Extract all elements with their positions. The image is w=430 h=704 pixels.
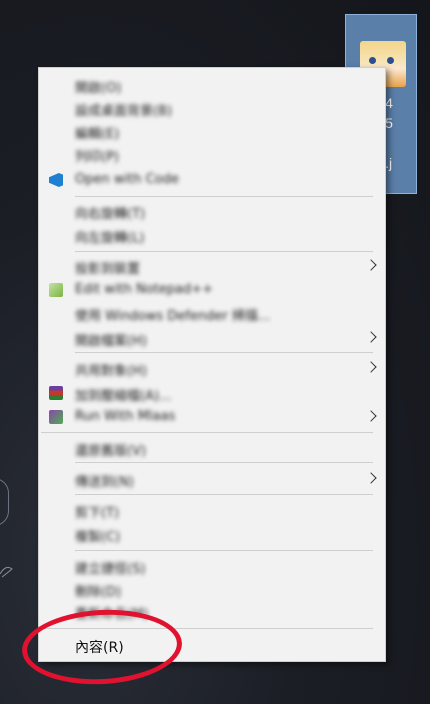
menu-item-label: 投影到裝置 (75, 262, 141, 277)
menu-separator (75, 494, 373, 495)
menu-item-edit[interactable]: 編輯(E) (39, 120, 385, 142)
context-menu: 開啟(O) 設成桌面背景(B) 編輯(E) 列印(P) Open with Co… (38, 67, 386, 662)
vscode-icon (49, 173, 63, 187)
menu-item-label: 複製(C) (75, 530, 121, 545)
menu-item-open[interactable]: 開啟(O) (39, 74, 385, 96)
menu-item-restore-previous-versions[interactable]: 還原舊版(V) (39, 437, 385, 459)
menu-separator (75, 550, 373, 551)
menu-item-send-to[interactable]: 傳送到(N) (39, 468, 385, 490)
menu-separator (75, 196, 373, 197)
menu-item-label: 向左旋轉(L) (75, 231, 145, 246)
submenu-arrow-icon (365, 472, 377, 484)
notepadpp-icon (49, 283, 63, 297)
menu-item-rotate-left[interactable]: 向左旋轉(L) (39, 224, 385, 246)
mlaas-icon (49, 410, 63, 424)
menu-item-rotate-right[interactable]: 向右旋轉(T) (39, 200, 385, 222)
menu-item-label: Edit with Notepad++ (75, 282, 214, 297)
menu-item-label: 向右旋轉(T) (75, 207, 146, 222)
menu-item-copy[interactable]: 複製(C) (39, 523, 385, 545)
menu-item-label: Open with Code (75, 172, 179, 187)
menu-item-label: 開啟(O) (75, 81, 122, 96)
menu-item-label: Run With Mlaas (75, 409, 176, 424)
menu-item-create-shortcut[interactable]: 建立捷徑(S) (39, 555, 385, 577)
winrar-icon (49, 386, 63, 400)
menu-item-cast-to-device[interactable]: 投影到裝置 (39, 255, 385, 277)
menu-item-defender-scan[interactable]: 使用 Windows Defender 掃描... (39, 302, 385, 324)
menu-item-print[interactable]: 列印(P) (39, 143, 385, 165)
menu-item-edit-with-notepadpp[interactable]: Edit with Notepad++ (39, 279, 385, 301)
menu-item-open-with[interactable]: 開啟檔案(H) (39, 327, 385, 349)
menu-item-label: 設成桌面背景(B) (75, 104, 173, 119)
menu-separator (75, 251, 373, 252)
menu-item-label: 傳送到(N) (75, 475, 134, 490)
menu-item-label: 共用對象(H) (75, 364, 147, 379)
menu-item-set-desktop-background[interactable]: 設成桌面背景(B) (39, 97, 385, 119)
menu-item-delete[interactable]: 刪除(D) (39, 578, 385, 600)
wallpaper-decoration (0, 478, 9, 526)
menu-item-share-with[interactable]: 共用對象(H) (39, 357, 385, 379)
submenu-arrow-icon (365, 259, 377, 271)
menu-item-label: 建立捷徑(S) (75, 562, 146, 577)
submenu-arrow-icon (365, 331, 377, 343)
submenu-arrow-icon (365, 410, 377, 422)
menu-item-label: 剪下(T) (75, 506, 120, 521)
menu-separator (41, 432, 373, 433)
menu-item-add-to-archive[interactable]: 加到壓縮檔(A)... (39, 382, 385, 404)
menu-item-label: 加到壓縮檔(A)... (75, 389, 172, 404)
menu-item-label: 刪除(D) (75, 585, 122, 600)
menu-item-run-with-mlaas[interactable]: Run With Mlaas (39, 406, 385, 428)
menu-item-label: 開啟檔案(H) (75, 334, 147, 349)
wallpaper-scribble (0, 566, 13, 578)
menu-item-open-with-code[interactable]: Open with Code (39, 169, 385, 191)
menu-item-label: 使用 Windows Defender 掃描... (75, 309, 271, 324)
menu-item-label: 編輯(E) (75, 127, 120, 142)
submenu-arrow-icon (365, 361, 377, 373)
menu-separator (75, 352, 373, 353)
menu-item-label: 還原舊版(V) (75, 444, 147, 459)
menu-item-label: 列印(P) (75, 150, 119, 165)
menu-separator (75, 462, 373, 463)
menu-item-cut[interactable]: 剪下(T) (39, 499, 385, 521)
